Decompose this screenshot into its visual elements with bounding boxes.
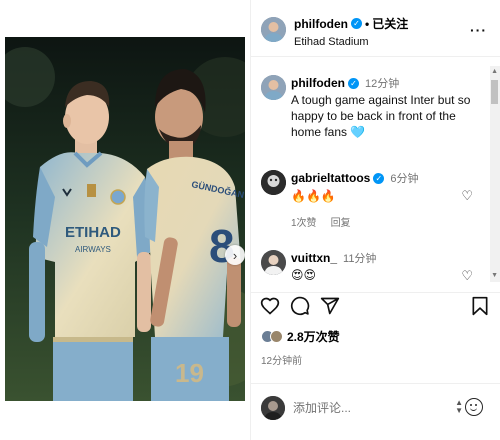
heart-icon[interactable]: ♡ bbox=[461, 188, 473, 204]
avatar-image bbox=[261, 75, 286, 100]
send-shape bbox=[320, 297, 340, 315]
bookmark-shape bbox=[472, 296, 488, 316]
svg-text:ETIHAD: ETIHAD bbox=[65, 224, 121, 241]
reply-button[interactable]: 回复 bbox=[331, 214, 351, 229]
caption-avatar[interactable] bbox=[261, 75, 286, 100]
comment-header: gabrieltattoos ✓ 6分钟 bbox=[291, 170, 418, 186]
caption-item: philfoden ✓ 12分钟 A tough game against In… bbox=[251, 58, 491, 148]
comment-text: 🔥🔥🔥 bbox=[291, 189, 336, 203]
verified-badge-icon: ✓ bbox=[351, 18, 362, 29]
caption-header: philfoden ✓ 12分钟 bbox=[291, 75, 399, 91]
scrollbar-thumb[interactable] bbox=[491, 80, 498, 104]
verified-badge-icon: ✓ bbox=[348, 77, 359, 89]
comment-header: vuittxn_ 11分钟 bbox=[291, 250, 376, 266]
comment-input[interactable] bbox=[293, 401, 443, 415]
commenter-avatar[interactable] bbox=[261, 250, 286, 275]
caption-text: A tough game against Inter but so happy … bbox=[291, 93, 471, 139]
avatar-image bbox=[261, 17, 286, 42]
send-icon[interactable] bbox=[320, 296, 340, 322]
comments-list: philfoden ✓ 12分钟 A tough game against In… bbox=[251, 58, 500, 284]
caption-username[interactable]: philfoden bbox=[291, 76, 345, 90]
avatar-image bbox=[261, 396, 285, 420]
comment-text: 😍😍 bbox=[291, 268, 317, 282]
comment-time: 6分钟 bbox=[390, 173, 419, 185]
author-line: philfoden ✓ • 已关注 bbox=[294, 15, 408, 32]
verified-badge-icon: ✓ bbox=[373, 172, 385, 184]
author-avatar[interactable] bbox=[261, 17, 286, 42]
comment-item: gabrieltattoos ✓ 6分钟 🔥🔥🔥 1次赞 回复 ♡ bbox=[251, 162, 491, 232]
heart-shape bbox=[260, 297, 280, 315]
scroll-up-arrow-icon[interactable]: ▲ bbox=[491, 68, 498, 75]
comment-shape bbox=[290, 296, 310, 316]
posted-time: 12分钟前 bbox=[261, 356, 303, 367]
heart-icon[interactable] bbox=[260, 296, 280, 322]
author-username[interactable]: philfoden bbox=[294, 17, 348, 31]
post-header: philfoden ✓ • 已关注 Etihad Stadium ··· bbox=[251, 0, 500, 57]
comment-username[interactable]: vuittxn_ bbox=[291, 251, 337, 265]
scroll-down-arrow-icon[interactable]: ▼ bbox=[491, 272, 498, 279]
more-horizontal-icon[interactable]: ··· bbox=[470, 22, 487, 38]
action-bar bbox=[251, 292, 500, 326]
svg-text:19: 19 bbox=[175, 358, 204, 388]
comment-icon[interactable] bbox=[290, 296, 310, 322]
post-side-panel: philfoden ✓ • 已关注 Etihad Stadium ··· phi… bbox=[250, 0, 500, 440]
emoji-icon[interactable] bbox=[465, 398, 483, 416]
post-media-panel: ETIHAD AIRWAYS 8 GÜNDOĞAN 19 › bbox=[0, 0, 250, 440]
heart-icon[interactable]: ♡ bbox=[461, 268, 473, 284]
avatar-image bbox=[261, 250, 286, 275]
caption-time: 12分钟 bbox=[365, 78, 400, 90]
next-image-button[interactable]: › bbox=[225, 245, 245, 265]
post-photo-illustration: ETIHAD AIRWAYS 8 GÜNDOĞAN 19 bbox=[5, 37, 245, 401]
avatar-image bbox=[261, 170, 286, 195]
likes-row: 2.8万次赞 bbox=[261, 328, 340, 345]
comment-composer: ▲▼ bbox=[251, 383, 500, 440]
likes-count[interactable]: 2.8万次赞 bbox=[287, 328, 340, 345]
separator-dot: • bbox=[365, 16, 370, 31]
post-photo[interactable]: ETIHAD AIRWAYS 8 GÜNDOĞAN 19 › bbox=[5, 37, 245, 401]
comment-likes[interactable]: 1次赞 bbox=[291, 214, 317, 229]
comment-meta: 1次赞 回复 bbox=[291, 214, 351, 229]
comment-username[interactable]: gabrieltattoos bbox=[291, 171, 370, 185]
follow-status-button[interactable]: 已关注 bbox=[372, 15, 408, 32]
liker-avatar bbox=[270, 330, 283, 343]
post-location[interactable]: Etihad Stadium bbox=[294, 36, 369, 48]
comment-time: 11分钟 bbox=[343, 253, 377, 265]
commenter-avatar[interactable] bbox=[261, 170, 286, 195]
bookmark-icon[interactable] bbox=[471, 296, 489, 322]
comment-item: vuittxn_ 11分钟 😍😍 ♡ bbox=[251, 244, 491, 284]
current-user-avatar bbox=[261, 396, 285, 420]
svg-text:AIRWAYS: AIRWAYS bbox=[75, 245, 111, 254]
input-spinner-icon[interactable]: ▲ ▼ bbox=[455, 399, 463, 415]
